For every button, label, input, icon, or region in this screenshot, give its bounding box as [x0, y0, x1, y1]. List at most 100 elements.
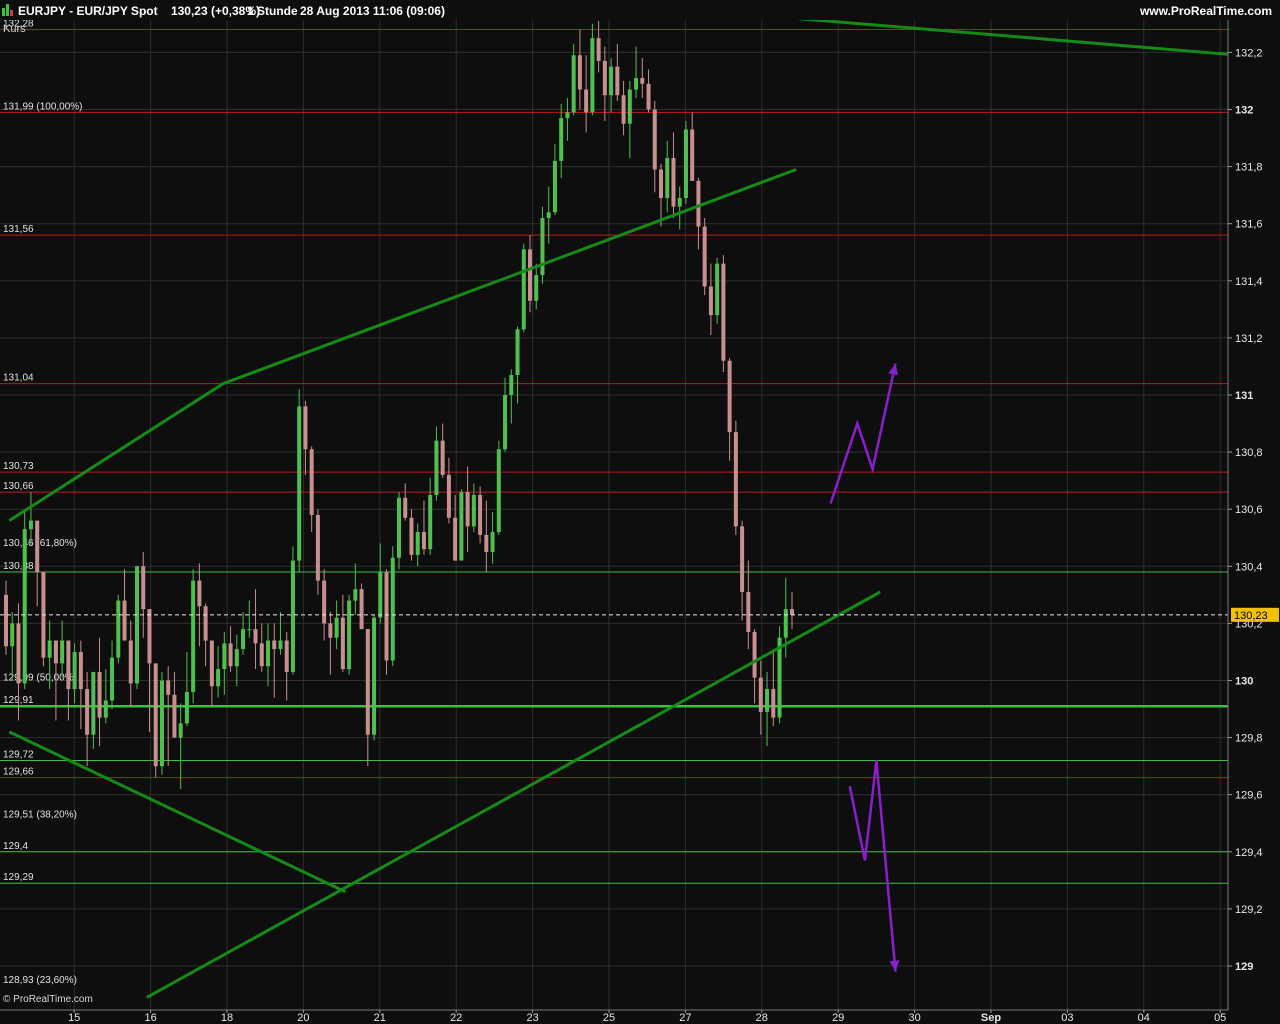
candle-body [683, 129, 688, 199]
x-tick-label: 03 [1061, 1012, 1073, 1024]
candle-body [85, 689, 90, 735]
candle-body [60, 640, 65, 664]
y-tick-label: 131,6 [1235, 219, 1263, 231]
chart-background [0, 0, 1280, 1024]
candle-body [141, 566, 146, 610]
candle-body [746, 591, 751, 632]
candle-body [35, 520, 40, 573]
candle-body [372, 617, 377, 735]
candle-body [110, 657, 115, 701]
y-axis[interactable]: 129129,2129,4129,6129,8130130,2130,4130,… [1227, 20, 1280, 1010]
candle-body [621, 95, 626, 124]
candle-body [153, 663, 158, 767]
candle-body [627, 89, 632, 124]
x-tick-label: 20 [297, 1012, 309, 1024]
candle-body [10, 623, 15, 647]
candle-body [91, 671, 96, 735]
candle-body [715, 263, 720, 316]
x-tick-label: 30 [908, 1012, 920, 1024]
candle-body [434, 440, 439, 495]
candle-body [602, 60, 607, 96]
x-tick-label: 23 [526, 1012, 538, 1024]
x-tick-label: Sep [981, 1012, 1001, 1024]
candle-body [66, 640, 71, 690]
level-label: 129,72 [3, 749, 34, 760]
candle-body [184, 691, 189, 724]
site-link[interactable]: www.ProRealTime.com [1140, 4, 1272, 18]
candle-body [733, 432, 738, 527]
level-label: 131,56 [3, 224, 34, 235]
candle-body [509, 375, 514, 395]
candle-body [596, 38, 601, 61]
candle-body [359, 589, 364, 630]
candle-body [677, 198, 682, 207]
candle-body [309, 449, 314, 515]
timeframe-label: 1 Stunde [247, 4, 298, 18]
x-axis[interactable]: 15 16 18 20 21 22 23 25 27 28 29 30 Sep 03 04 05 [0, 1009, 1280, 1024]
x-tick-label: 27 [679, 1012, 691, 1024]
candle-body [159, 680, 164, 767]
x-tick-label: 21 [374, 1012, 386, 1024]
candle-body [247, 629, 252, 631]
symbol-line: EURJPY - EUR/JPY Spot 130,23 (+0,38%) [18, 4, 260, 18]
candle-body [771, 689, 776, 718]
candle-body [390, 557, 395, 661]
y-tick-label: 131,8 [1235, 162, 1263, 174]
y-tick-label: 131,4 [1235, 276, 1263, 288]
candle-body [53, 640, 58, 664]
candle-body [328, 623, 333, 638]
candle-body [696, 180, 701, 227]
candle-body [571, 55, 576, 113]
candle-body [790, 609, 794, 615]
y-tick-label: 132,2 [1235, 47, 1263, 59]
candle-body [191, 580, 196, 692]
candle-body [440, 440, 445, 475]
candle-body [147, 609, 152, 664]
candle-body [615, 66, 620, 96]
x-tick-label: 15 [68, 1012, 80, 1024]
candle-body [609, 66, 614, 96]
candle-body [415, 532, 420, 555]
candle-body [28, 520, 33, 530]
level-label: 130,73 [3, 461, 34, 472]
price-chart[interactable]: 132,28131,99 (100,00%)131,56131,04130,73… [0, 0, 1280, 1024]
candle-body [534, 275, 539, 301]
x-tick-label: 05 [1214, 1012, 1226, 1024]
footer-logo: © ProRealTime.com [3, 994, 93, 1005]
y-tick-label: 131 [1235, 390, 1253, 402]
candle-body [397, 497, 401, 558]
candle-body [272, 640, 277, 650]
candle-body [453, 517, 458, 561]
level-label: 129,51 (38,20%) [3, 809, 77, 820]
candle-body [702, 226, 707, 287]
candle-body [203, 606, 208, 641]
candle-body [546, 212, 551, 218]
kurs-label: Kurs [3, 23, 26, 35]
candle-body [465, 492, 470, 527]
level-label: 128,93 (23,60%) [3, 975, 77, 986]
candle-body [403, 497, 408, 518]
date-label: 28 Aug 2013 11:06 (09:06) [300, 4, 445, 18]
candle-body [334, 617, 339, 638]
candle-body [727, 360, 732, 433]
candle-body [222, 643, 227, 670]
candle-body [303, 406, 308, 450]
candle-body [178, 723, 183, 738]
candle-body [552, 160, 557, 213]
candle-body [671, 158, 676, 207]
level-label: 131,99 (100,00%) [3, 101, 83, 112]
symbol-name: EURJPY - EUR/JPY Spot [18, 4, 158, 18]
y-tick-label: 130,6 [1235, 504, 1263, 516]
level-label: 130,38 [3, 561, 34, 572]
x-tick-label: 16 [144, 1012, 156, 1024]
candle-body [97, 671, 102, 718]
candle-body [103, 700, 108, 718]
level-label: 129,4 [3, 841, 28, 852]
candle-body [16, 623, 21, 684]
x-tick-label: 25 [603, 1012, 615, 1024]
candle-body [646, 83, 651, 110]
candle-body [384, 572, 389, 661]
candle-body [284, 640, 289, 672]
y-tick-label: 129 [1235, 961, 1253, 973]
candle-body [315, 514, 320, 581]
